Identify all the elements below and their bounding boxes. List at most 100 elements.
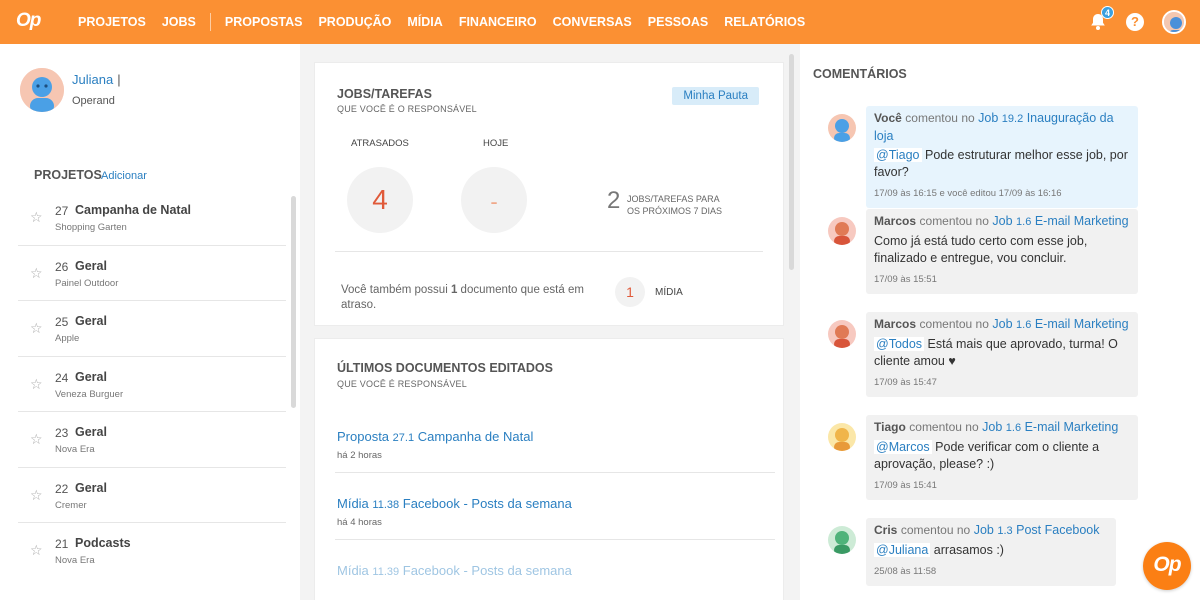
- comment-mention[interactable]: @Juliana: [874, 543, 931, 557]
- comments-title: COMENTÁRIOS: [813, 67, 907, 81]
- notification-count-badge: 4: [1101, 6, 1114, 19]
- projects-scrollbar[interactable]: [291, 196, 296, 408]
- star-icon[interactable]: ☆: [30, 377, 44, 391]
- comment-mention[interactable]: @Tiago: [874, 148, 922, 162]
- nav-propostas[interactable]: PROPOSTAS: [217, 15, 311, 29]
- document-time: há 4 horas: [337, 517, 382, 528]
- job-word: Job: [973, 523, 994, 537]
- nav-financeiro[interactable]: FINANCEIRO: [451, 15, 545, 29]
- late-count: 4: [372, 184, 388, 215]
- comment-mention[interactable]: @Todos: [874, 337, 925, 351]
- documents-subtitle: QUE VOCÊ É RESPONSÁVEL: [337, 379, 467, 389]
- project-title[interactable]: Campanha de Natal: [75, 203, 191, 217]
- project-list: ☆ 27 Campanha de Natal Shopping Garten ☆…: [18, 190, 286, 579]
- nav-producao[interactable]: PRODUÇÃO: [310, 15, 399, 29]
- documents-card: ÚLTIMOS DOCUMENTOS EDITADOS QUE VOCÊ É R…: [314, 338, 784, 600]
- comment-author[interactable]: Cris: [874, 523, 897, 537]
- project-number: 24: [55, 370, 69, 385]
- user-name-text[interactable]: Juliana: [72, 72, 113, 87]
- comment-mention[interactable]: @Marcos: [874, 440, 932, 454]
- commenter-avatar[interactable]: [828, 114, 856, 142]
- document-item[interactable]: Mídia 11.38 Facebook - Posts da semana h…: [337, 496, 767, 528]
- document-link[interactable]: Proposta 27.1 Campanha de Natal: [337, 429, 767, 444]
- document-link[interactable]: Mídia 11.38 Facebook - Posts da semana: [337, 496, 767, 511]
- project-number: 26: [55, 259, 69, 274]
- nav-relatorios[interactable]: RELATÓRIOS: [716, 15, 813, 29]
- nav-conversas[interactable]: CONVERSAS: [545, 15, 640, 29]
- divider: [335, 251, 763, 252]
- commenter-avatar[interactable]: [828, 423, 856, 451]
- nav-midia[interactable]: MÍDIA: [399, 15, 450, 29]
- project-title[interactable]: Geral: [75, 481, 107, 495]
- user-name-separator: |: [117, 72, 121, 87]
- next-days-count[interactable]: 2: [607, 187, 620, 215]
- project-item[interactable]: ☆ 27 Campanha de Natal Shopping Garten: [18, 190, 286, 246]
- star-icon[interactable]: ☆: [30, 543, 44, 557]
- document-item[interactable]: Mídia 11.39 Facebook - Posts da semana: [337, 563, 767, 578]
- comment-author[interactable]: Marcos: [874, 214, 916, 228]
- user-avatar[interactable]: [20, 68, 64, 112]
- today-count-circle[interactable]: -: [461, 167, 527, 233]
- next-days-label: JOBS/TAREFAS PARA OS PRÓXIMOS 7 DIAS: [627, 193, 722, 217]
- notifications-button[interactable]: 4: [1088, 6, 1114, 32]
- late-count-circle[interactable]: 4: [347, 167, 413, 233]
- nav-jobs[interactable]: JOBS: [154, 15, 204, 29]
- comment-job-link[interactable]: Job 1.6 E-mail Marketing: [982, 420, 1118, 434]
- user-avatar-menu[interactable]: [1162, 10, 1186, 34]
- minha-pauta-button[interactable]: Minha Pauta: [672, 87, 759, 105]
- comment-bubble: Você comentou no Job 19.2 Inauguração da…: [866, 106, 1138, 208]
- project-title[interactable]: Geral: [75, 425, 107, 439]
- project-item[interactable]: ☆ 26 Geral Painel Outdoor: [18, 246, 286, 301]
- document-link[interactable]: Mídia 11.39 Facebook - Posts da semana: [337, 563, 767, 578]
- nav-pessoas[interactable]: PESSOAS: [640, 15, 716, 29]
- commenter-avatar[interactable]: [828, 526, 856, 554]
- job-name: E-mail Marketing: [1034, 214, 1129, 228]
- middle-scrollbar[interactable]: [789, 54, 794, 270]
- project-client: Cremer: [55, 499, 87, 511]
- job-word: Job: [992, 317, 1013, 331]
- user-name[interactable]: Juliana |: [72, 72, 121, 87]
- job-name: E-mail Marketing: [1034, 317, 1129, 331]
- nav-projetos[interactable]: PROJETOS: [70, 15, 154, 29]
- project-title[interactable]: Podcasts: [75, 536, 131, 550]
- midia-count-circle[interactable]: 1: [615, 277, 645, 307]
- add-project-link[interactable]: Adicionar: [101, 170, 147, 182]
- comment-verb: comentou no: [900, 523, 971, 537]
- comment-author[interactable]: Você: [874, 111, 902, 125]
- project-item[interactable]: ☆ 23 Geral Nova Era: [18, 412, 286, 468]
- project-item[interactable]: ☆ 25 Geral Apple: [18, 301, 286, 357]
- project-client: Nova Era: [55, 555, 95, 566]
- comment-body: Como já está tudo certo com esse job, fi…: [874, 233, 1130, 267]
- document-number: 27.1: [392, 432, 415, 444]
- avatar-icon: [828, 114, 856, 142]
- star-icon[interactable]: ☆: [30, 432, 44, 446]
- comment-job-link[interactable]: Job 1.6 E-mail Marketing: [992, 214, 1128, 228]
- star-icon[interactable]: ☆: [30, 321, 44, 335]
- star-icon[interactable]: ☆: [30, 266, 44, 280]
- projects-title: PROJETOS: [34, 168, 102, 182]
- comment-job-link[interactable]: Job 1.3 Post Facebook: [974, 523, 1100, 537]
- avatar-icon: [828, 526, 856, 554]
- comment-author[interactable]: Tiago: [874, 420, 906, 434]
- document-number: 11.38: [372, 499, 400, 511]
- midia-label[interactable]: MÍDIA: [655, 287, 683, 298]
- avatar-icon: [828, 217, 856, 245]
- project-item[interactable]: ☆ 21 Podcasts Nova Era: [18, 523, 286, 579]
- app-logo[interactable]: Op: [16, 10, 41, 32]
- job-name: E-mail Marketing: [1024, 420, 1119, 434]
- help-button[interactable]: ?: [1126, 13, 1144, 31]
- operand-chat-button[interactable]: Op: [1143, 542, 1191, 590]
- star-icon[interactable]: ☆: [30, 488, 44, 502]
- document-item[interactable]: Proposta 27.1 Campanha de Natal há 2 hor…: [337, 429, 767, 461]
- project-number: 25: [55, 315, 69, 329]
- project-item[interactable]: ☆ 22 Geral Cremer: [18, 468, 286, 523]
- project-title[interactable]: Geral: [75, 314, 107, 328]
- comment-author[interactable]: Marcos: [874, 317, 916, 331]
- project-title[interactable]: Geral: [75, 259, 107, 273]
- project-title[interactable]: Geral: [75, 370, 107, 384]
- commenter-avatar[interactable]: [828, 320, 856, 348]
- commenter-avatar[interactable]: [828, 217, 856, 245]
- star-icon[interactable]: ☆: [30, 210, 44, 224]
- project-item[interactable]: ☆ 24 Geral Veneza Burguer: [18, 357, 286, 412]
- comment-job-link[interactable]: Job 1.6 E-mail Marketing: [992, 317, 1128, 331]
